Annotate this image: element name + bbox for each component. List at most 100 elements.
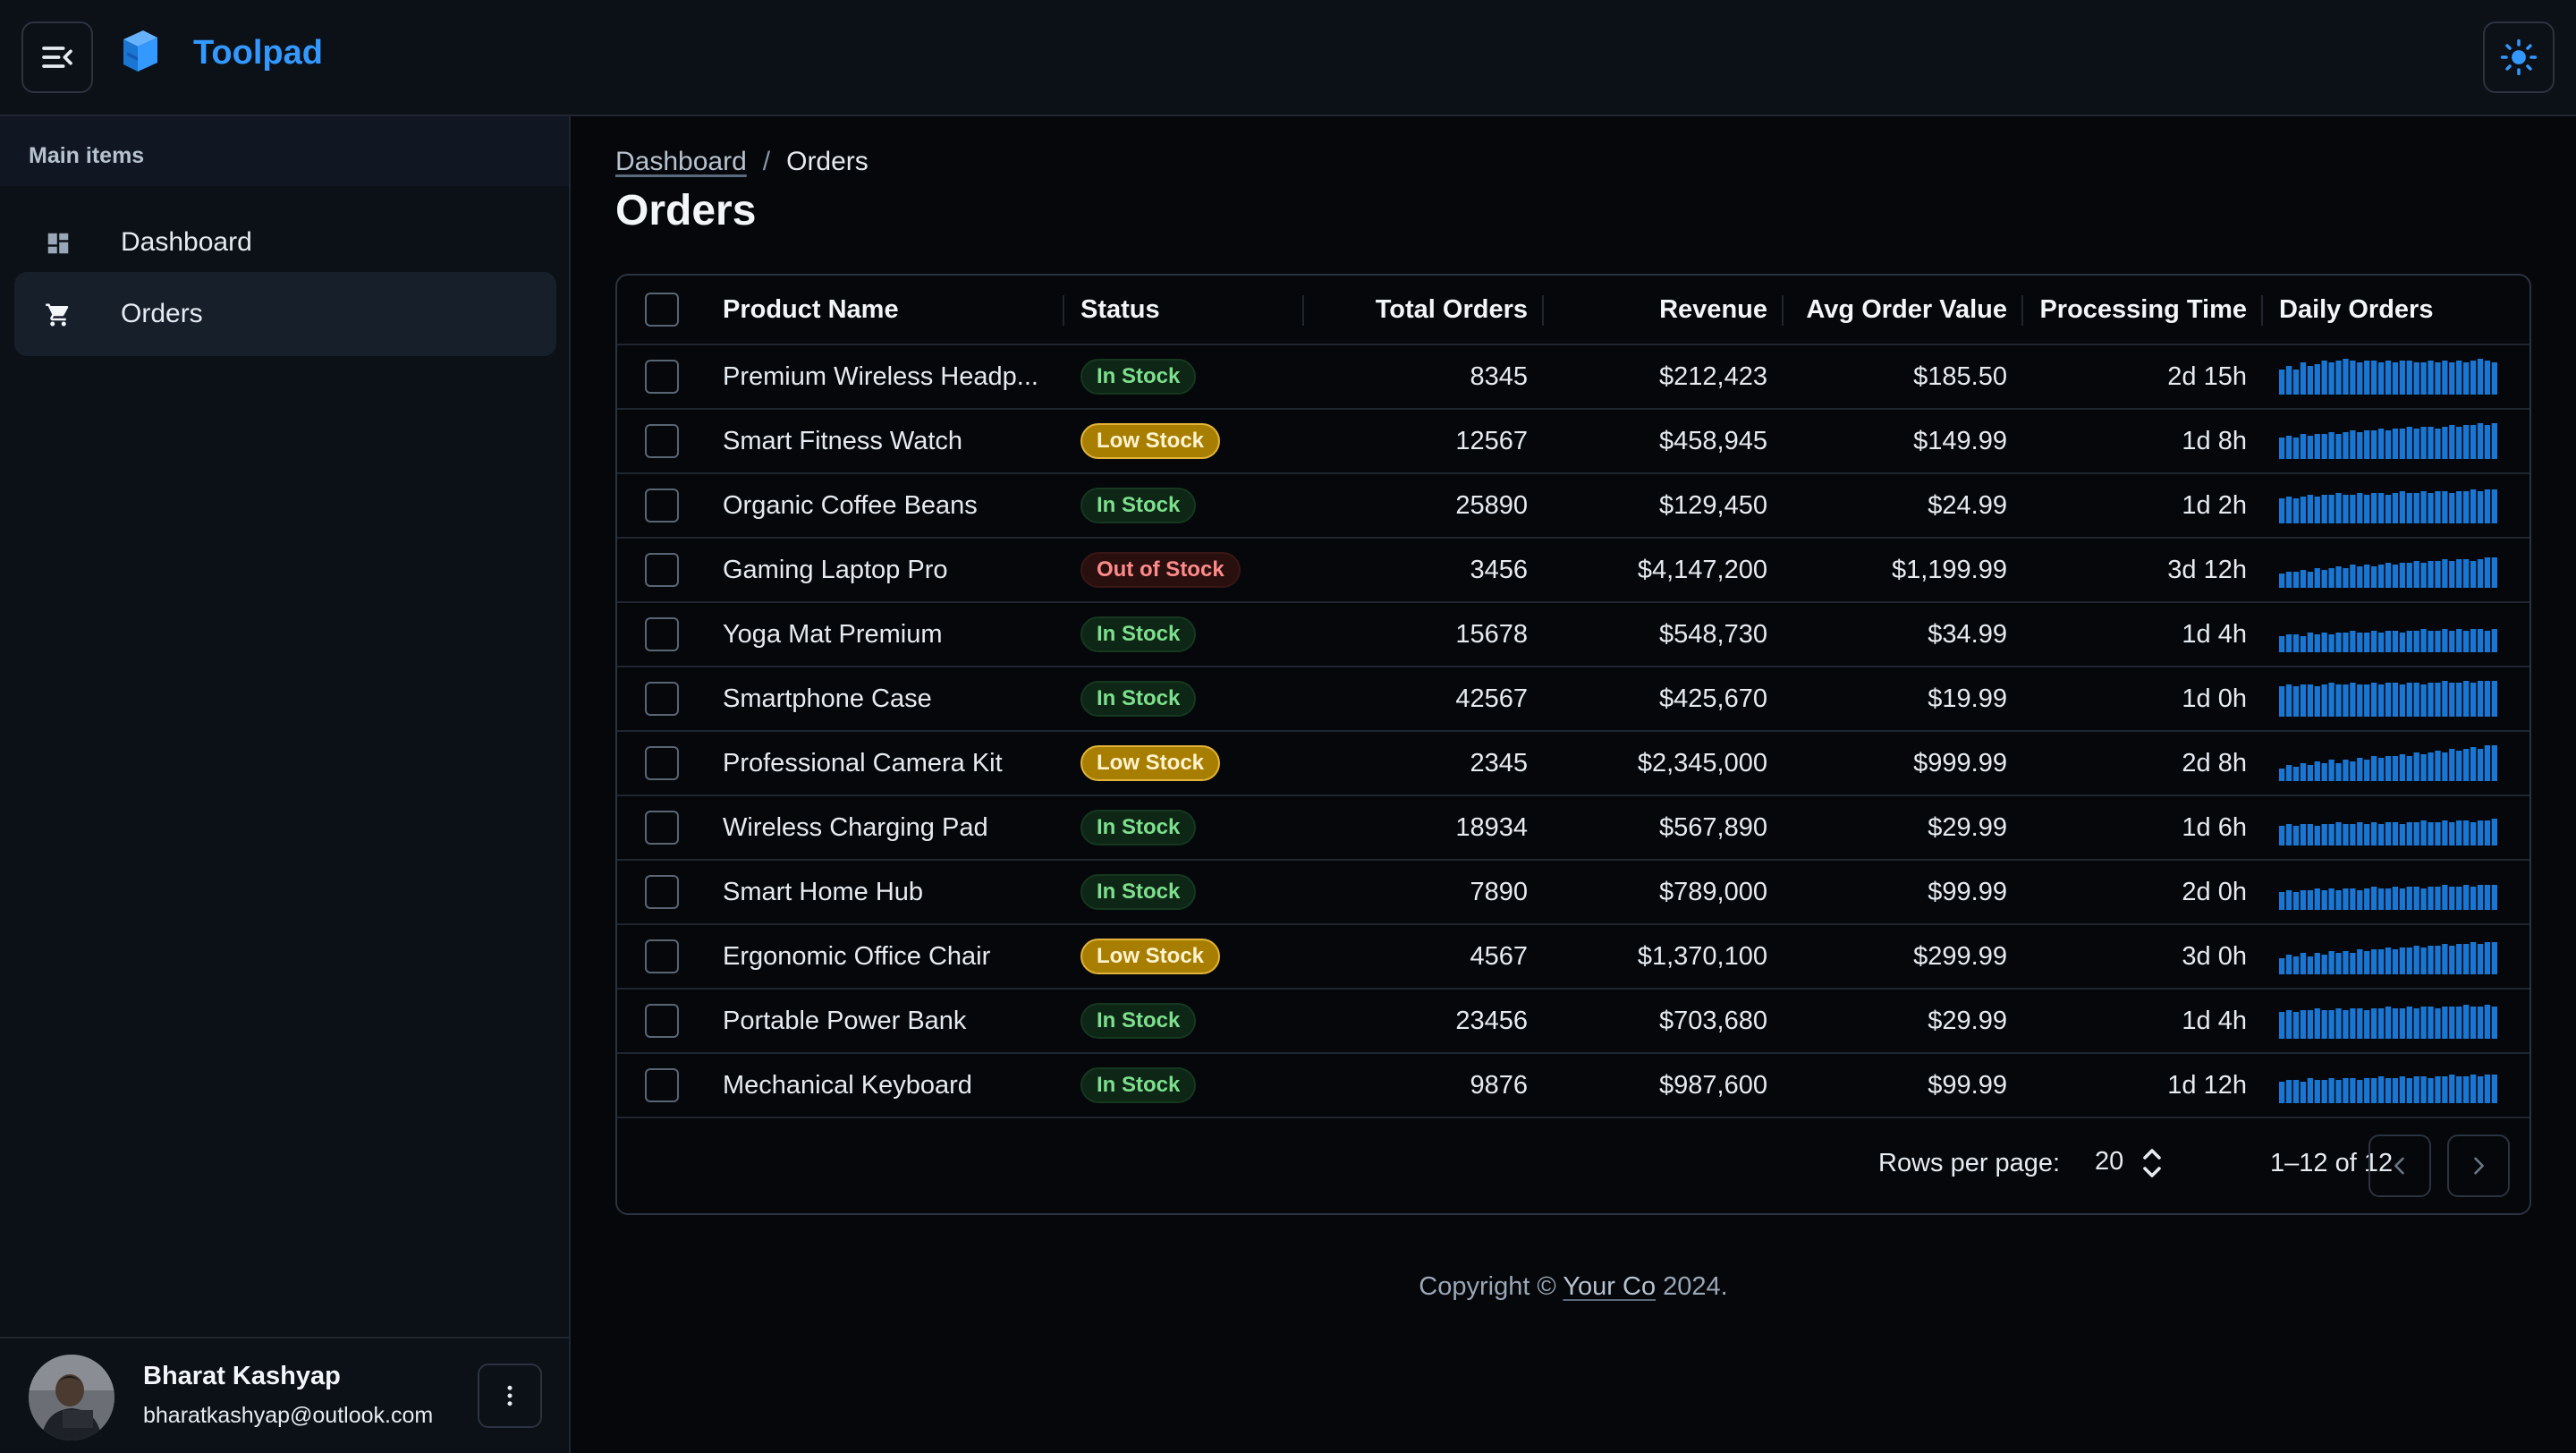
row-checkbox[interactable] [645,939,679,973]
column-header-status[interactable]: Status [1064,276,1304,344]
table-row[interactable]: Gaming Laptop Pro Out of Stock 3456 $4,1… [617,539,2529,603]
rows-per-page-label: Rows per page: [1878,1149,2061,1177]
column-header-avg-order-value[interactable]: Avg Order Value [1784,276,2023,344]
sparkline-bar [2462,491,2470,523]
breadcrumb-link-dashboard[interactable]: Dashboard [615,147,747,177]
daily-orders-cell [2263,539,2529,601]
sparkline-bar [2406,756,2412,781]
row-checkbox[interactable] [645,553,679,587]
sparkline-bar [2377,888,2385,910]
column-header-processing-time[interactable]: Processing Time [2023,276,2263,344]
daily-orders-sparkline [2279,885,2497,910]
sparkline-bar [2357,633,2363,652]
sparkline-bar [2449,1075,2455,1103]
sparkline-bar [2470,1075,2477,1103]
sparkline-bar [2420,888,2427,910]
sparkline-bar [2484,557,2491,588]
sparkline-bar [2328,432,2334,459]
processing-time-cell: 1d 2h [2182,490,2247,520]
table-row[interactable]: Wireless Charging Pad In Stock 18934 $56… [617,796,2529,861]
row-checkbox[interactable] [645,424,679,458]
collapse-menu-button[interactable] [21,21,93,93]
previous-page-button[interactable] [2368,1134,2431,1197]
sparkline-bar [2377,565,2385,588]
status-badge: In Stock [1080,488,1197,523]
unfold-icon[interactable] [2141,1145,2163,1181]
sparkline-bar [2350,430,2356,459]
sidebar-section-header: Main items [0,116,569,186]
table-row[interactable]: Smart Home Hub In Stock 7890 $789,000 $9… [617,861,2529,925]
sparkline-bar [2484,942,2491,974]
row-checkbox[interactable] [645,875,679,909]
row-checkbox[interactable] [645,1004,679,1038]
sparkline-bar [2428,631,2434,652]
sparkline-bar [2392,565,2399,588]
sparkline-bar [2413,1076,2419,1103]
column-header-total-orders[interactable]: Total Orders [1304,276,1544,344]
row-checkbox[interactable] [645,746,679,780]
row-checkbox[interactable] [645,360,679,394]
table-row[interactable]: Ergonomic Office Chair Low Stock 4567 $1… [617,925,2529,990]
table-row[interactable]: Portable Power Bank In Stock 23456 $703,… [617,990,2529,1054]
next-page-button[interactable] [2447,1134,2510,1197]
table-row[interactable]: Yoga Mat Premium In Stock 15678 $548,730… [617,603,2529,667]
shopping-cart-icon [46,303,69,327]
sparkline-bar [2335,822,2342,845]
daily-orders-sparkline [2279,1005,2497,1039]
sparkline-bar [2484,745,2491,781]
copyright-footer: Copyright © Your Co 2024. [571,1272,2576,1302]
total-orders-cell: 8345 [1470,361,1528,391]
daily-orders-cell [2263,1054,2529,1117]
sparkline-bar [2350,565,2356,588]
select-all-checkbox[interactable] [645,293,679,327]
daily-orders-cell [2263,732,2529,794]
brand-title[interactable]: Toolpad [193,34,323,72]
sparkline-bar [2456,944,2462,974]
row-select-cell [617,732,707,794]
row-checkbox[interactable] [645,617,679,651]
theme-toggle-button[interactable] [2483,21,2555,93]
row-checkbox[interactable] [645,811,679,845]
table-row[interactable]: Mechanical Keyboard In Stock 9876 $987,6… [617,1054,2529,1118]
sparkline-bar [2328,888,2334,910]
row-checkbox[interactable] [645,682,679,716]
sparkline-bar [2314,634,2320,652]
row-checkbox[interactable] [645,1068,679,1102]
menu-collapse-icon [42,47,72,68]
column-header-product-name[interactable]: Product Name [707,276,1064,344]
sparkline-bar [2449,822,2455,845]
column-header-revenue[interactable]: Revenue [1544,276,1784,344]
sparkline-bar [2328,683,2334,717]
sparkline-bar [2456,361,2462,395]
sparkline-bar [2462,820,2470,845]
avatar[interactable] [29,1355,114,1440]
sparkline-bar [2413,631,2419,652]
sparkline-bar [2491,1075,2497,1103]
daily-orders-sparkline [2279,629,2497,652]
table-row[interactable]: Smart Fitness Watch Low Stock 12567 $458… [617,410,2529,474]
sparkline-bar [2449,887,2455,910]
column-header-daily-orders[interactable]: Daily Orders [2263,276,2529,344]
status-badge: In Stock [1080,1003,1197,1039]
rows-per-page-select[interactable]: 20 [2095,1147,2123,1177]
dashboard-icon [47,233,69,254]
sidebar-item-orders[interactable]: Orders [14,272,556,356]
revenue-cell: $789,000 [1659,877,1767,906]
sparkline-bar [2370,1008,2377,1039]
sparkline-bar [2279,1012,2285,1039]
sparkline-bar [2399,1076,2405,1103]
table-row[interactable]: Professional Camera Kit Low Stock 2345 $… [617,732,2529,796]
table-row[interactable]: Smartphone Case In Stock 42567 $425,670 … [617,667,2529,732]
sparkline-bar [2357,1008,2363,1039]
sparkline-bar [2399,491,2405,523]
sparkline-bar [2321,633,2327,652]
user-options-button[interactable] [478,1364,542,1428]
chevron-right-icon [2474,1157,2484,1175]
sparkline-bar [2370,756,2377,781]
table-row[interactable]: Organic Coffee Beans In Stock 25890 $129… [617,474,2529,539]
row-select-cell [617,1054,707,1117]
row-checkbox[interactable] [645,489,679,523]
sparkline-bar [2385,495,2392,523]
company-link[interactable]: Your Co [1563,1272,1656,1301]
table-row[interactable]: Premium Wireless Headp... In Stock 8345 … [617,345,2529,410]
